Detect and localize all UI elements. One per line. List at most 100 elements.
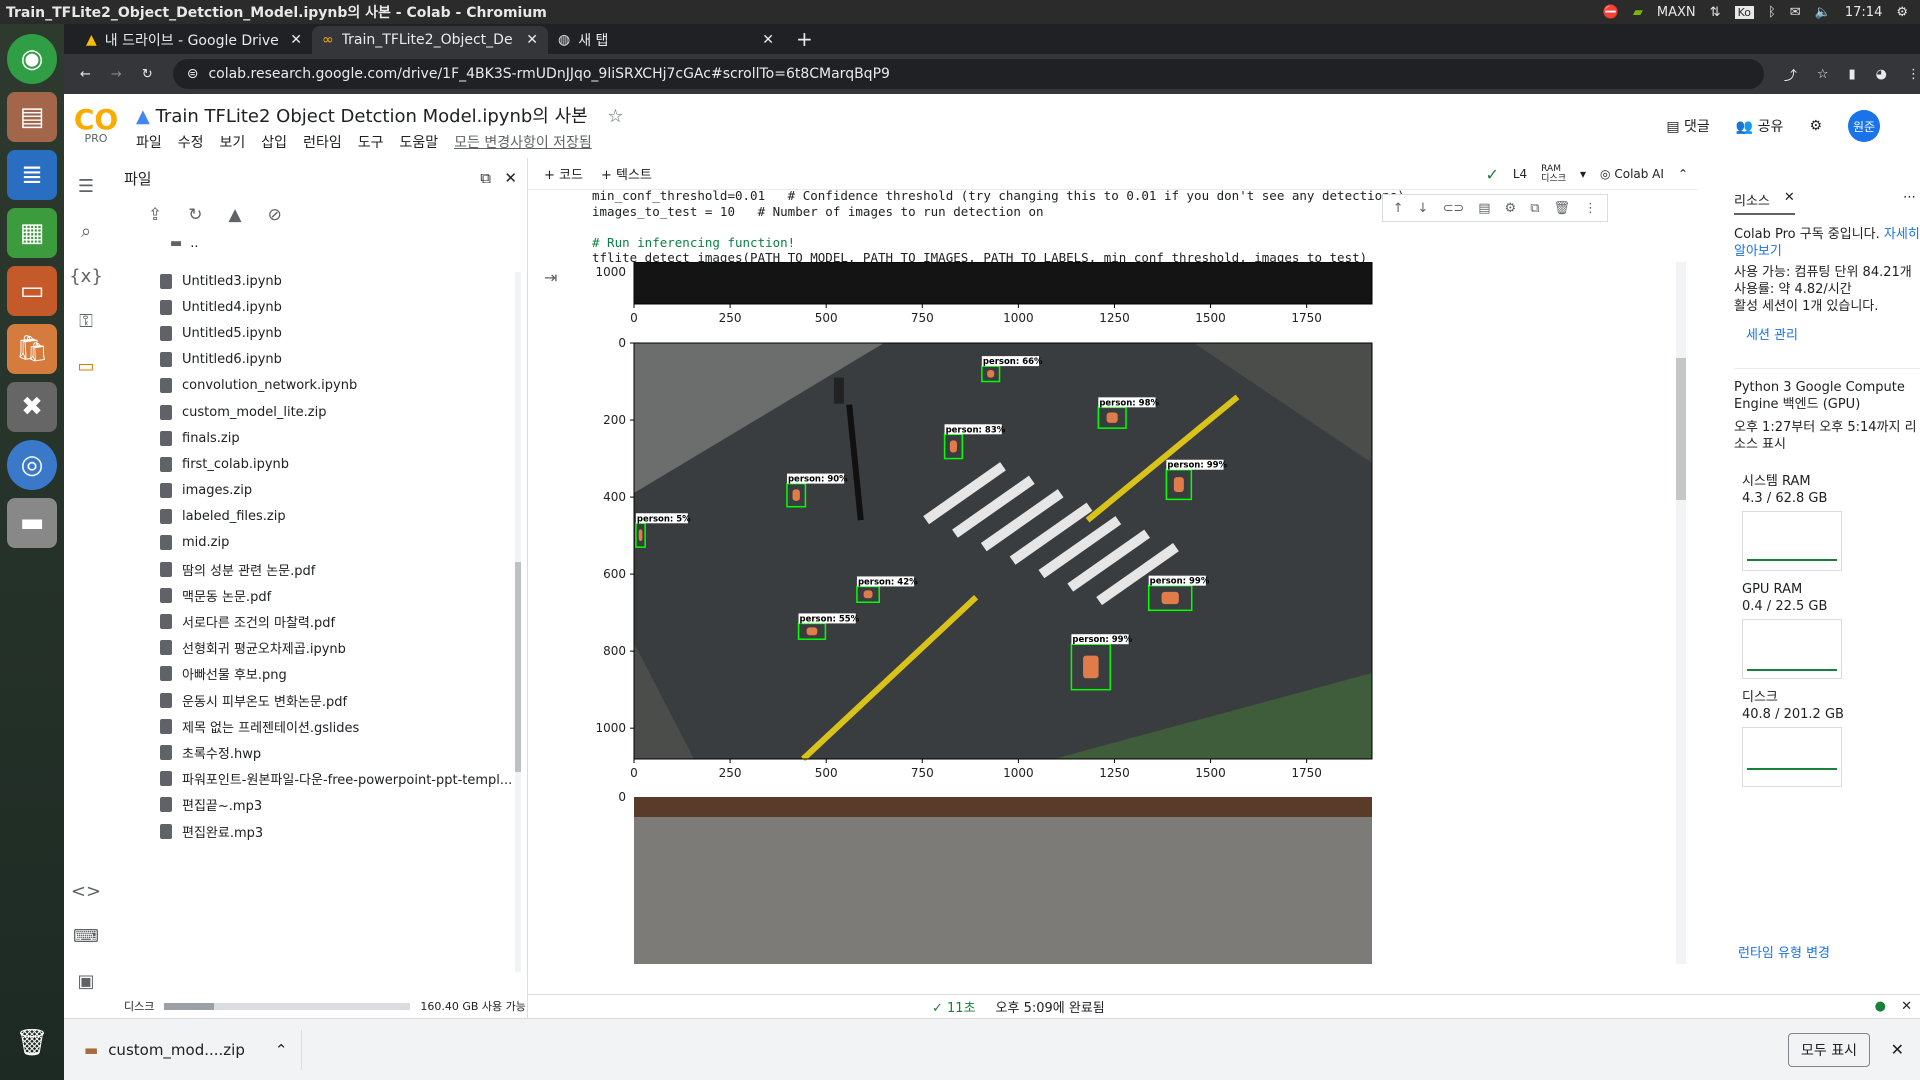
volume-icon[interactable]: 🔈 (1815, 5, 1831, 20)
add-text-button[interactable]: + 텍스트 (601, 164, 652, 183)
file-item[interactable]: 제목 없는 프레젠테이션.gslides (160, 713, 460, 739)
share-icon[interactable]: ⤴ (1784, 65, 1797, 84)
file-item[interactable]: Untitled6.ipynb (160, 347, 460, 373)
settings-icon[interactable]: ⚙ (1809, 118, 1822, 134)
colab-ai-button[interactable]: ◎ Colab AI (1600, 167, 1664, 181)
delete-icon[interactable]: 🗑 (1553, 201, 1570, 216)
gpu-label[interactable]: L4 (1513, 167, 1527, 181)
file-item[interactable]: finals.zip (160, 425, 460, 451)
file-item[interactable]: mid.zip (160, 530, 460, 556)
file-item[interactable]: 땀의 성분 관련 논문.pdf (160, 556, 460, 582)
key-icon[interactable]: ⚿ (79, 311, 93, 332)
tab-google-drive[interactable]: ▲ 내 드라이브 - Google Drive ✕ (76, 26, 312, 54)
bookmark-icon[interactable]: ☆ (1817, 67, 1829, 82)
file-item[interactable]: Untitled5.ipynb (160, 320, 460, 346)
more-icon[interactable]: ⋮ (1584, 201, 1597, 216)
back-icon[interactable]: ← (80, 67, 91, 82)
file-item[interactable]: convolution_network.ipynb (160, 373, 460, 399)
avatar[interactable]: 원준 (1848, 110, 1880, 142)
colab-logo[interactable]: CO PRO (64, 106, 128, 145)
menu-edit[interactable]: 수정 (178, 132, 204, 152)
completed-text[interactable]: 오후 5:09에 완료됨 (996, 997, 1105, 1016)
maxn-label[interactable]: MAXN (1657, 5, 1696, 20)
file-item[interactable]: 아빠선물 후보.png (160, 661, 460, 687)
comment-button[interactable]: ▤ 댓글 (1666, 116, 1709, 136)
close-icon[interactable]: ✕ (1901, 999, 1912, 1014)
search-icon[interactable]: ⌕ (81, 221, 91, 242)
profile-icon[interactable]: ◕ (1876, 67, 1887, 82)
settings-icon[interactable]: ⚙ (1505, 201, 1517, 216)
code-cell[interactable]: min_conf_threshold=0.01 # Confidence thr… (592, 188, 1405, 266)
bluetooth-icon[interactable]: ᛒ (1768, 5, 1776, 20)
trash-icon[interactable]: 🗑 (7, 1018, 57, 1068)
stop-icon[interactable]: ⛔ (1603, 5, 1619, 20)
forward-icon[interactable]: → (111, 67, 122, 82)
ime-indicator[interactable]: Ko (1734, 5, 1754, 19)
file-item[interactable]: 초록수정.hwp (160, 739, 460, 765)
chevron-up-icon[interactable]: ⌃ (275, 1041, 288, 1059)
close-icon[interactable]: ✕ (526, 32, 538, 48)
close-icon[interactable]: ✕ (290, 32, 302, 48)
menu-file[interactable]: 파일 (136, 132, 162, 152)
command-palette-icon[interactable]: ⌨ (73, 926, 99, 947)
parent-folder[interactable]: ▬ .. (170, 236, 199, 251)
share-button[interactable]: 👥 공유 (1736, 116, 1784, 136)
menu-view[interactable]: 보기 (220, 132, 246, 152)
dropdown-icon[interactable]: ▾ (1580, 167, 1586, 181)
chromium-icon[interactable]: ◎ (7, 440, 57, 490)
settings-icon[interactable]: ✖ (7, 382, 57, 432)
impress-icon[interactable]: ▭ (7, 266, 57, 316)
save-status[interactable]: 모든 변경사항이 저장됨 (454, 132, 592, 152)
calc-icon[interactable]: ▦ (7, 208, 57, 258)
toc-icon[interactable]: ☰ (78, 176, 94, 197)
drive-icon[interactable]: ▬ (7, 498, 57, 548)
clock[interactable]: 17:14 (1845, 5, 1882, 20)
new-window-icon[interactable]: ⧉ (480, 169, 491, 187)
file-item[interactable]: Untitled4.ipynb (160, 294, 460, 320)
mail-icon[interactable]: ✉ (1790, 5, 1801, 20)
address-bar[interactable]: ⊜ colab.research.google.com/drive/1F_4BK… (172, 59, 1764, 89)
site-info-icon[interactable]: ⊜ (187, 66, 199, 82)
mount-drive-icon[interactable]: ▲ (229, 205, 242, 225)
nvidia-icon[interactable]: ▰ (1633, 5, 1643, 20)
hide-icon[interactable]: ⊘ (268, 205, 282, 225)
move-up-icon[interactable]: ↑ (1393, 201, 1404, 216)
close-icon[interactable]: ✕ (762, 32, 774, 48)
close-icon[interactable]: ✕ (504, 169, 517, 187)
files-icon[interactable]: ▤ (7, 92, 57, 142)
network-icon[interactable]: ⇅ (1710, 5, 1721, 20)
download-item[interactable]: ▬ custom_mod....zip ⌃ (84, 1029, 303, 1070)
tab-new[interactable]: ◍ 새 탭 ✕ (548, 26, 784, 54)
file-item[interactable]: 맥문동 논문.pdf (160, 582, 460, 608)
file-item[interactable]: labeled_files.zip (160, 504, 460, 530)
file-item[interactable]: 편집끝~.mp3 (160, 792, 460, 818)
menu-insert[interactable]: 삽입 (261, 132, 287, 152)
output-scrollbar[interactable] (1676, 262, 1686, 964)
ram-disk-meter[interactable]: RAM 디스크 (1541, 164, 1566, 184)
change-runtime-link[interactable]: 런타임 유형 변경 (1738, 942, 1830, 961)
show-all-button[interactable]: 모두 표시 (1788, 1032, 1870, 1067)
file-item[interactable]: 편집완료.mp3 (160, 818, 460, 844)
comment-icon[interactable]: ▤ (1478, 201, 1490, 216)
exec-time[interactable]: ✓ 11초 (932, 997, 976, 1016)
notebook-title[interactable]: Train TFLite2 Object Detction Model.ipyn… (156, 106, 588, 127)
upload-icon[interactable]: ⇪ (148, 205, 162, 225)
resources-tab[interactable]: 리소스 ✕ (1734, 190, 1795, 215)
more-icon[interactable]: ⋯ (1903, 190, 1916, 205)
store-icon[interactable]: 🛍 (7, 324, 57, 374)
file-item[interactable]: first_colab.ipynb (160, 451, 460, 477)
star-icon[interactable]: ☆ (607, 106, 623, 127)
menu-tools[interactable]: 도구 (358, 132, 384, 152)
code-snippets-icon[interactable]: <> (71, 881, 101, 902)
mirror-icon[interactable]: ⧉ (1530, 201, 1539, 216)
manage-sessions-link[interactable]: 세션 관리 (1746, 327, 1920, 344)
file-item[interactable]: 운동시 피부온도 변화논문.pdf (160, 687, 460, 713)
file-item[interactable]: images.zip (160, 478, 460, 504)
folder-icon[interactable]: ▭ (77, 356, 94, 377)
variables-icon[interactable]: {x} (69, 266, 103, 287)
close-icon[interactable]: ✕ (1784, 190, 1795, 209)
link-icon[interactable]: ⊂⊃ (1442, 201, 1464, 216)
sidepanel-icon[interactable]: ▮ (1849, 67, 1856, 82)
terminal-icon[interactable]: ▣ (77, 971, 94, 992)
menu-runtime[interactable]: 런타임 (303, 132, 342, 152)
